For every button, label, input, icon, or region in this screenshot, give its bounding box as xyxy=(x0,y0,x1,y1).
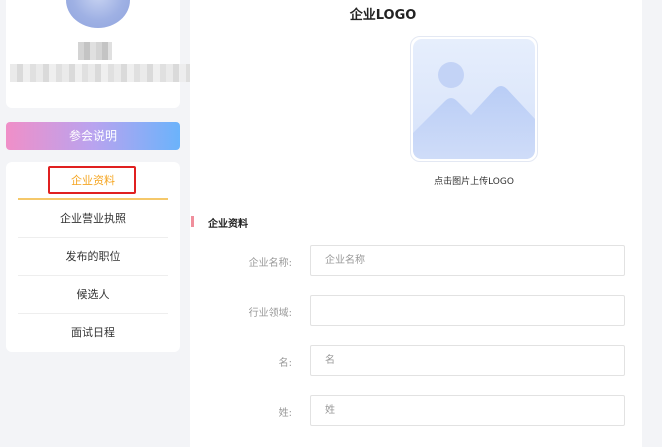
main-panel: 企业LOGO 点击图片上传LOGO 企业资料 企业名称: 行业领域: 名: 姓 xyxy=(190,0,642,447)
last-name-label: 姓: xyxy=(278,408,292,419)
first-name-label: 名: xyxy=(278,358,292,369)
industry-input[interactable] xyxy=(310,295,625,326)
sidebar-menu: 企业资料 企业营业执照 发布的职位 候选人 面试日程 xyxy=(6,162,180,352)
sidebar-item-interview-schedule[interactable]: 面试日程 xyxy=(18,314,168,352)
sidebar-item-posted-jobs[interactable]: 发布的职位 xyxy=(18,238,168,276)
sidebar-item-business-license[interactable]: 企业营业执照 xyxy=(18,200,168,238)
sidebar-item-candidates[interactable]: 候选人 xyxy=(18,276,168,314)
sidebar-item-label: 候选人 xyxy=(76,288,110,301)
logo-upload-hint: 点击图片上传LOGO xyxy=(434,177,514,187)
industry-label: 行业领域: xyxy=(248,308,292,319)
company-name-input[interactable] xyxy=(310,245,625,276)
image-placeholder-icon xyxy=(413,39,535,159)
sidebar-item-label: 企业营业执照 xyxy=(60,212,126,225)
sidebar-item-label: 发布的职位 xyxy=(65,250,121,263)
section-marker xyxy=(191,216,194,227)
sidebar-item-label: 面试日程 xyxy=(71,326,115,339)
right-margin xyxy=(642,0,662,447)
logo-upload-area[interactable] xyxy=(410,36,538,162)
sidebar-item-company-profile[interactable]: 企业资料 xyxy=(18,162,168,200)
last-name-input[interactable] xyxy=(310,395,625,426)
section-title: 企业资料 xyxy=(208,219,248,230)
sidebar: 参会说明 企业资料 企业营业执照 发布的职位 候选人 面试日程 xyxy=(0,0,192,447)
blurred-user-info xyxy=(10,64,192,82)
company-name-label: 企业名称: xyxy=(248,258,292,269)
logo-title: 企业LOGO xyxy=(349,8,417,23)
blurred-username xyxy=(78,42,112,60)
join-instructions-button[interactable]: 参会说明 xyxy=(6,122,180,150)
first-name-input[interactable] xyxy=(310,345,625,376)
sidebar-item-label: 企业资料 xyxy=(71,174,115,187)
